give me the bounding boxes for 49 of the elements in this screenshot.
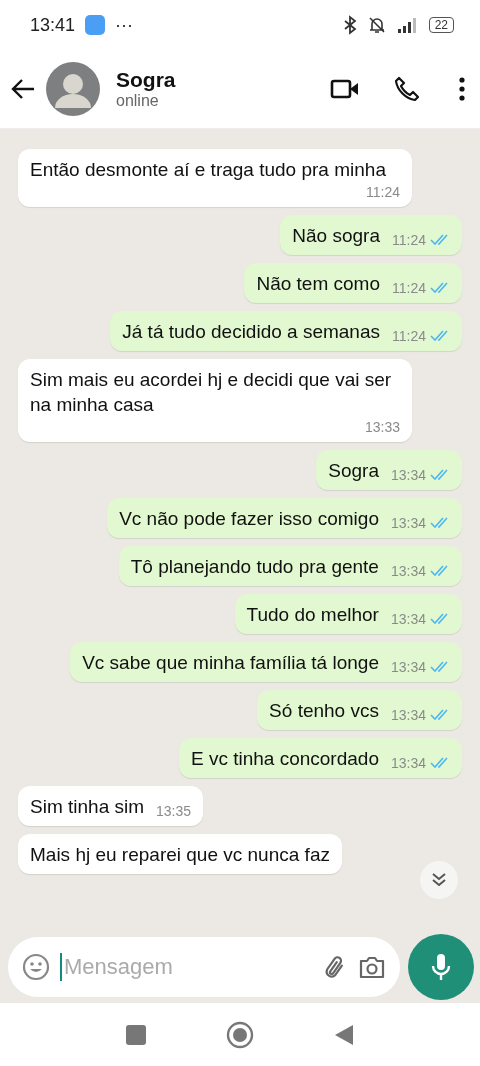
message-time: 13:35: [156, 803, 192, 819]
message-time: 13:34: [390, 515, 426, 531]
contact-status: online: [116, 92, 160, 110]
scroll-down-button[interactable]: [420, 861, 458, 899]
more-notifications: ···: [115, 14, 134, 36]
contact-name: Sogra: [116, 68, 177, 92]
message-text: Não tem como: [256, 272, 380, 296]
double-chevron-icon: [430, 872, 448, 888]
message-time: 11:24: [392, 328, 426, 344]
message-time: 11:24: [366, 184, 400, 200]
message-text: Já tá tudo decidido a semanas: [122, 320, 380, 344]
message-text: Vc sabe que minha família tá longe: [82, 651, 379, 675]
message-time: 13:34: [390, 611, 426, 627]
clock: 13:41: [30, 14, 76, 36]
signal-icon: [396, 17, 419, 33]
muted-bell-icon: [366, 15, 387, 35]
message-field[interactable]: Mensagem: [8, 937, 400, 997]
back-arrow-icon[interactable]: [10, 78, 36, 100]
message-text: Só tenho vcs: [269, 699, 379, 723]
message-text: Tudo do melhor: [246, 603, 379, 627]
back-icon[interactable]: [334, 1024, 354, 1046]
home-icon[interactable]: [226, 1021, 254, 1049]
message-text: Mais hj eu reparei que vc nunca faz: [30, 843, 330, 867]
message-text: Sim tinha sim: [30, 795, 145, 819]
phone-icon[interactable]: [394, 76, 420, 102]
avatar[interactable]: [46, 62, 100, 116]
message-text: E vc tinha concordado: [190, 747, 379, 771]
message-text: Então desmonte aí e traga tudo pra minha: [30, 158, 386, 182]
message-text: Sogra: [328, 459, 379, 483]
battery-level: 22: [428, 17, 454, 33]
message-time: 13:34: [390, 707, 426, 723]
message-time: 13:34: [390, 563, 426, 579]
message-time: 13:34: [390, 659, 426, 675]
message-time: 11:24: [392, 232, 426, 248]
camera-icon[interactable]: [358, 954, 386, 980]
message-text: Não sogra: [292, 224, 380, 248]
bluetooth-icon: [342, 15, 357, 35]
message-text: Vc não pode fazer isso comigo: [119, 507, 379, 531]
app-notification-icon: [85, 15, 106, 35]
message-time: 11:24: [392, 280, 426, 296]
microphone-icon: [430, 952, 452, 982]
message-text: Tô planejando tudo pra gente: [130, 555, 379, 579]
message-time: 13:33: [364, 419, 400, 435]
menu-icon[interactable]: [458, 77, 466, 101]
message-time: 13:34: [390, 467, 426, 483]
message-time: 13:34: [390, 755, 426, 771]
message-text: Sim mais eu acordei hj e decidi que vai ser na minha casa: [30, 368, 393, 417]
video-call-icon[interactable]: [330, 78, 360, 100]
emoji-icon[interactable]: [22, 953, 50, 981]
